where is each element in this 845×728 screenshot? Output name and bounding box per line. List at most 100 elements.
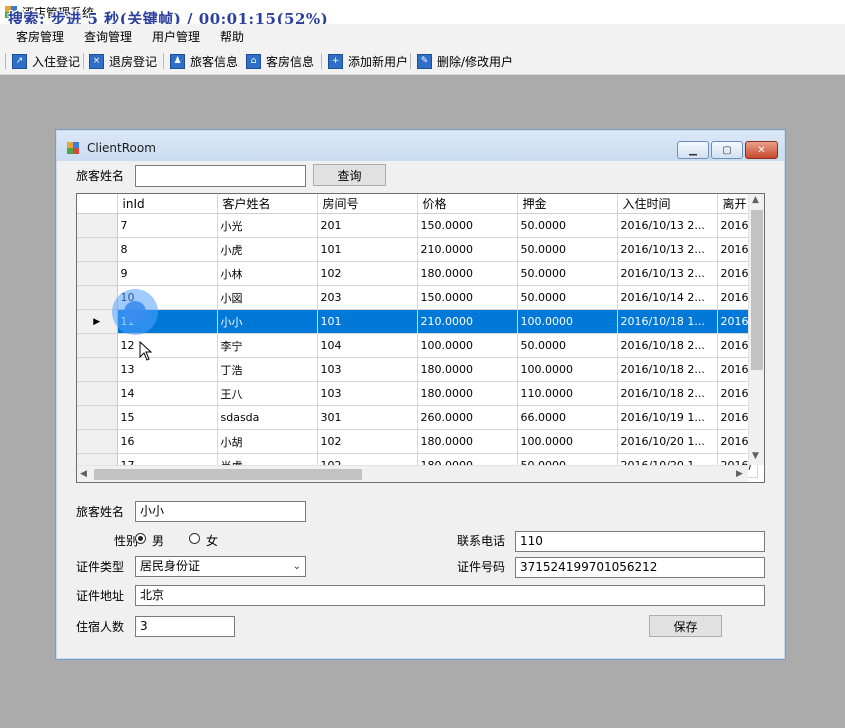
room-info-button[interactable]: ⌂ 客房信息 bbox=[246, 52, 314, 70]
gender-female-label[interactable]: 女 bbox=[206, 532, 218, 549]
table-cell[interactable]: 50.0000 bbox=[517, 333, 618, 358]
check-in-button[interactable]: ↗ 入住登记 bbox=[12, 52, 80, 70]
table-cell[interactable]: 15 bbox=[117, 405, 218, 430]
edit-user-button[interactable]: ✎ 删除/修改用户 bbox=[417, 52, 513, 70]
table-cell[interactable]: 2016/10/18 2... bbox=[617, 333, 718, 358]
row-header[interactable] bbox=[77, 237, 118, 262]
row-header[interactable] bbox=[77, 405, 118, 430]
table-cell[interactable]: 210.0000 bbox=[417, 237, 518, 262]
table-cell[interactable]: 16 bbox=[117, 429, 218, 454]
table-cell[interactable]: 150.0000 bbox=[417, 285, 518, 310]
table-row[interactable]: 14 王八 103 180.0000 110.0000 2016/10/18 2... 20… bbox=[77, 381, 758, 406]
query-button[interactable]: 查询 bbox=[313, 164, 386, 186]
column-header[interactable]: 房间号 bbox=[317, 194, 418, 214]
scroll-left-icon[interactable]: ◀ bbox=[80, 469, 87, 479]
table-cell[interactable]: 102 bbox=[317, 429, 418, 454]
maximize-button[interactable]: ▢ bbox=[711, 141, 743, 159]
scroll-right-icon[interactable]: ▶ bbox=[736, 469, 743, 479]
id-number-input[interactable]: 371524199701056212 bbox=[515, 557, 765, 578]
table-cell[interactable]: 2016/10/20 1... bbox=[617, 429, 718, 454]
table-cell[interactable]: 12 bbox=[117, 333, 218, 358]
table-cell[interactable]: 110.0000 bbox=[517, 381, 618, 406]
column-header[interactable]: inId bbox=[117, 194, 218, 214]
table-cell[interactable]: 100.0000 bbox=[517, 357, 618, 382]
table-cell[interactable]: 2016/10/14 2... bbox=[617, 285, 718, 310]
add-user-button[interactable]: + 添加新用户 bbox=[328, 52, 408, 70]
menu-help[interactable]: 帮助 bbox=[220, 28, 244, 45]
table-cell[interactable]: 180.0000 bbox=[417, 429, 518, 454]
table-cell[interactable]: 210.0000 bbox=[417, 309, 518, 334]
table-cell[interactable]: 101 bbox=[317, 309, 418, 334]
scroll-up-icon[interactable]: ▲ bbox=[752, 195, 759, 205]
table-cell[interactable]: 100.0000 bbox=[417, 333, 518, 358]
table-cell[interactable]: 9 bbox=[117, 261, 218, 286]
table-cell[interactable]: 201 bbox=[317, 213, 418, 238]
table-cell[interactable]: 104 bbox=[317, 333, 418, 358]
table-cell[interactable]: 小胡 bbox=[217, 429, 318, 454]
table-cell[interactable]: 8 bbox=[117, 237, 218, 262]
table-cell[interactable]: 100.0000 bbox=[517, 309, 618, 334]
table-row[interactable]: 13 丁浩 103 180.0000 100.0000 2016/10/18 2... 20… bbox=[77, 357, 758, 382]
chevron-down-icon[interactable]: ⌄ bbox=[293, 560, 301, 574]
row-header[interactable]: ▶ bbox=[77, 309, 118, 334]
column-header[interactable]: 价格 bbox=[417, 194, 518, 214]
table-cell[interactable]: 301 bbox=[317, 405, 418, 430]
table-cell[interactable]: 180.0000 bbox=[417, 357, 518, 382]
table-cell[interactable]: 150.0000 bbox=[417, 213, 518, 238]
close-button[interactable]: ✕ bbox=[745, 141, 778, 159]
table-cell[interactable]: 小光 bbox=[217, 213, 318, 238]
save-button[interactable]: 保存 bbox=[649, 615, 722, 637]
gender-male-label[interactable]: 男 bbox=[152, 532, 164, 549]
table-cell[interactable]: 13 bbox=[117, 357, 218, 382]
table-cell[interactable]: 李宁 bbox=[217, 333, 318, 358]
table-cell[interactable]: 小虎 bbox=[217, 237, 318, 262]
table-cell[interactable]: 小小 bbox=[217, 309, 318, 334]
table-cell[interactable]: 王八 bbox=[217, 381, 318, 406]
table-cell[interactable]: 2016/10/18 2... bbox=[617, 357, 718, 382]
table-cell[interactable]: 100.0000 bbox=[517, 429, 618, 454]
table-cell[interactable]: 2016/10/19 1... bbox=[617, 405, 718, 430]
table-cell[interactable]: 180.0000 bbox=[417, 261, 518, 286]
table-cell[interactable]: 180.0000 bbox=[417, 381, 518, 406]
table-cell[interactable]: 203 bbox=[317, 285, 418, 310]
column-header[interactable]: 客户姓名 bbox=[217, 194, 318, 214]
table-cell[interactable]: 14 bbox=[117, 381, 218, 406]
gender-female-radio[interactable] bbox=[189, 533, 200, 544]
gender-male-radio[interactable] bbox=[135, 533, 146, 544]
guest-name-input[interactable]: 小小 bbox=[135, 501, 306, 522]
table-cell[interactable]: 小林 bbox=[217, 261, 318, 286]
table-row[interactable]: 10小図203150.000050.00002016/10/14 2...201… bbox=[77, 285, 758, 310]
address-input[interactable]: 北京 bbox=[135, 585, 765, 606]
search-name-input[interactable] bbox=[135, 165, 306, 187]
menu-query-management[interactable]: 查询管理 bbox=[84, 28, 132, 45]
guest-info-button[interactable]: ♟ 旅客信息 bbox=[170, 52, 238, 70]
row-header[interactable] bbox=[77, 357, 118, 382]
row-header[interactable] bbox=[77, 213, 118, 238]
table-cell[interactable]: sdasda bbox=[217, 405, 318, 430]
row-header[interactable] bbox=[77, 429, 118, 454]
column-header[interactable]: 押金 bbox=[517, 194, 618, 214]
table-cell[interactable]: 260.0000 bbox=[417, 405, 518, 430]
table-cell[interactable]: 2016/10/18 1... bbox=[617, 309, 718, 334]
dialog-titlebar[interactable]: ClientRoom ▁ ▢ ✕ bbox=[57, 131, 784, 161]
horizontal-scrollbar[interactable]: ◀ ▶ bbox=[77, 465, 748, 482]
minimize-button[interactable]: ▁ bbox=[677, 141, 709, 159]
guest-count-input[interactable]: 3 bbox=[135, 616, 235, 637]
table-row[interactable]: 15 sdasda 301 260.0000 66.0000 2016/10/19 1..… bbox=[77, 405, 758, 430]
scroll-down-icon[interactable]: ▼ bbox=[752, 451, 759, 461]
table-cell[interactable]: 102 bbox=[317, 261, 418, 286]
column-header[interactable]: 入住时间 bbox=[617, 194, 718, 214]
row-header[interactable] bbox=[77, 333, 118, 358]
client-room-grid[interactable]: inId 客户姓名 房间号 价格 押金 入住时间 离开 7 小光 201 150.0000 50.0… bbox=[76, 193, 765, 483]
vertical-scrollbar[interactable]: ▲ ▼ bbox=[748, 194, 764, 465]
table-cell[interactable]: 101 bbox=[317, 237, 418, 262]
phone-input[interactable]: 110 bbox=[515, 531, 765, 552]
table-cell[interactable]: 丁浩 bbox=[217, 357, 318, 382]
table-cell[interactable]: 103 bbox=[317, 357, 418, 382]
table-cell[interactable]: 50.0000 bbox=[517, 237, 618, 262]
horizontal-scroll-thumb[interactable] bbox=[94, 469, 362, 480]
table-cell[interactable]: 2016/10/13 2... bbox=[617, 237, 718, 262]
table-cell[interactable]: 103 bbox=[317, 381, 418, 406]
table-row[interactable]: 9 小林 102 180.0000 50.0000 2016/10/13 2... 2016… bbox=[77, 261, 758, 286]
table-row[interactable]: 7 小光 201 150.0000 50.0000 2016/10/13 2... 2016… bbox=[77, 213, 758, 238]
